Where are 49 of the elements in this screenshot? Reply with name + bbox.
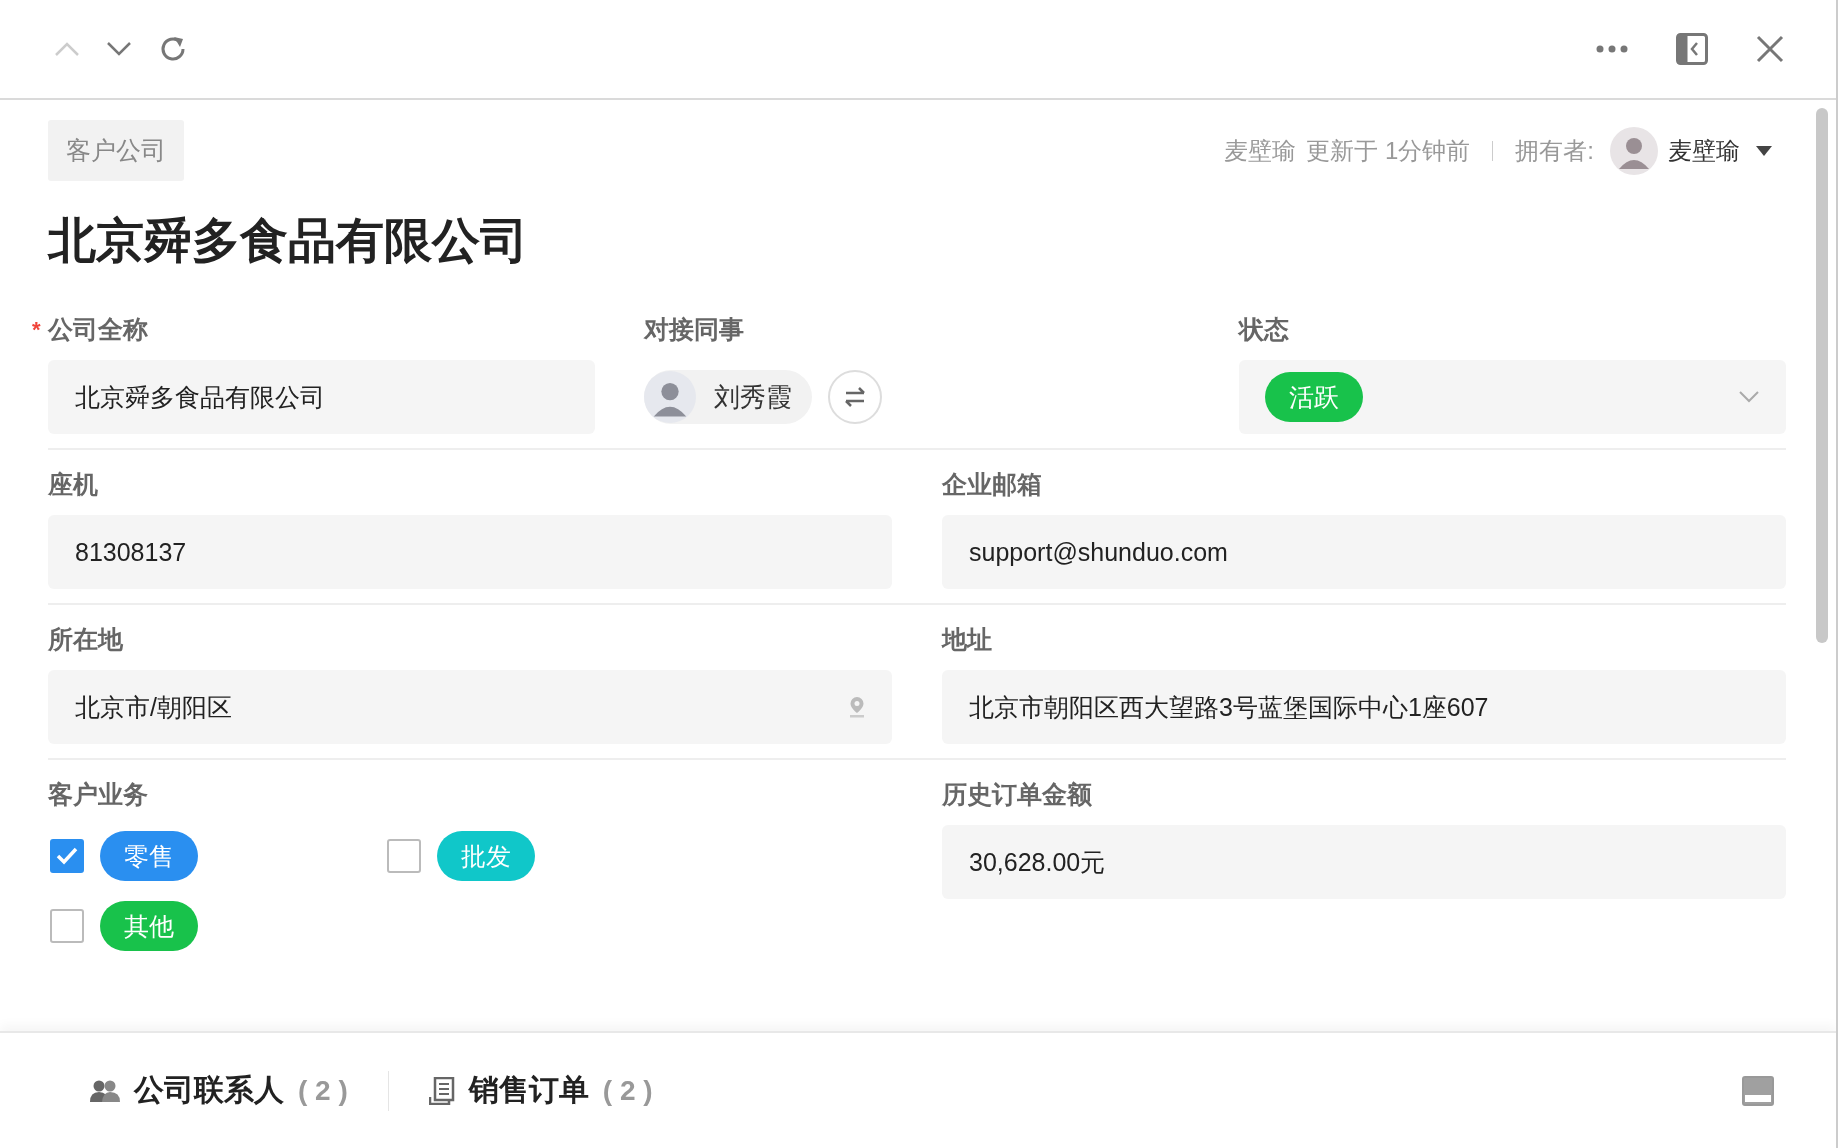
record-type-tag: 客户公司 [48, 120, 184, 181]
checkbox[interactable] [50, 909, 84, 943]
field-label: 状态 [1239, 315, 1290, 343]
owner-name[interactable]: 麦壁瑜 [1668, 134, 1740, 167]
required-asterisk: * [32, 317, 41, 343]
checkmark-icon [56, 847, 78, 865]
field-label: 对接同事 [643, 315, 744, 343]
text-field[interactable]: 81308137 [48, 515, 892, 589]
checkbox[interactable] [387, 839, 421, 873]
field-label: 所在地 [48, 625, 123, 653]
text-field[interactable]: 北京市朝阳区西大望路3号蓝堡国际中心1座607 [942, 670, 1786, 744]
checkbox[interactable] [50, 839, 84, 873]
bottom-panel-icon[interactable] [1742, 1075, 1774, 1106]
down-chevron-icon[interactable] [106, 41, 132, 57]
status-pill: 活跃 [1265, 372, 1364, 422]
avatar-icon [643, 371, 696, 423]
company-title: 北京舜多食品有限公司 [48, 213, 529, 269]
location-pin-icon [849, 696, 865, 718]
more-icon[interactable] [1596, 45, 1628, 53]
field-label: 企业邮箱 [942, 470, 1042, 498]
text-field[interactable]: 北京舜多食品有限公司 [48, 360, 595, 434]
tab-count: ( 2 ) [298, 1074, 348, 1107]
collapse-panel-icon[interactable] [1676, 33, 1708, 65]
avatar-icon [1610, 126, 1658, 175]
field-label: 历史订单金额 [942, 780, 1092, 808]
option-tag: 批发 [437, 831, 535, 881]
people-icon [90, 1078, 120, 1103]
colleague-chip[interactable]: 刘秀霞 [643, 370, 812, 424]
dropdown-caret-icon[interactable] [1756, 145, 1772, 156]
field-label: 座机 [48, 470, 98, 498]
owner-label: 拥有者: [1515, 135, 1594, 166]
tab-count: ( 2 ) [602, 1074, 653, 1107]
option-tag: 其他 [100, 901, 198, 951]
text-field[interactable]: 30,628.00元 [942, 825, 1786, 899]
location-field[interactable]: 北京市/朝阳区 [48, 670, 892, 744]
document-icon [428, 1076, 455, 1105]
field-label: 客户业务 [48, 780, 148, 808]
option-tag: 零售 [100, 831, 198, 881]
updated-by-name: 麦壁瑜 [1224, 135, 1297, 166]
chevron-down-icon [1739, 391, 1759, 403]
updated-time: 更新于 1分钟前 [1306, 135, 1471, 166]
field-label: 地址 [942, 625, 992, 653]
tab-label[interactable]: 公司联系人 [134, 1070, 284, 1111]
swap-button[interactable] [827, 370, 882, 424]
tab-label[interactable]: 销售订单 [468, 1070, 589, 1111]
field-label: 公司全称 [48, 315, 148, 343]
text-field[interactable]: support@shunduo.com [942, 515, 1786, 589]
close-icon[interactable] [1756, 35, 1784, 63]
scrollbar-thumb[interactable] [1816, 108, 1828, 643]
